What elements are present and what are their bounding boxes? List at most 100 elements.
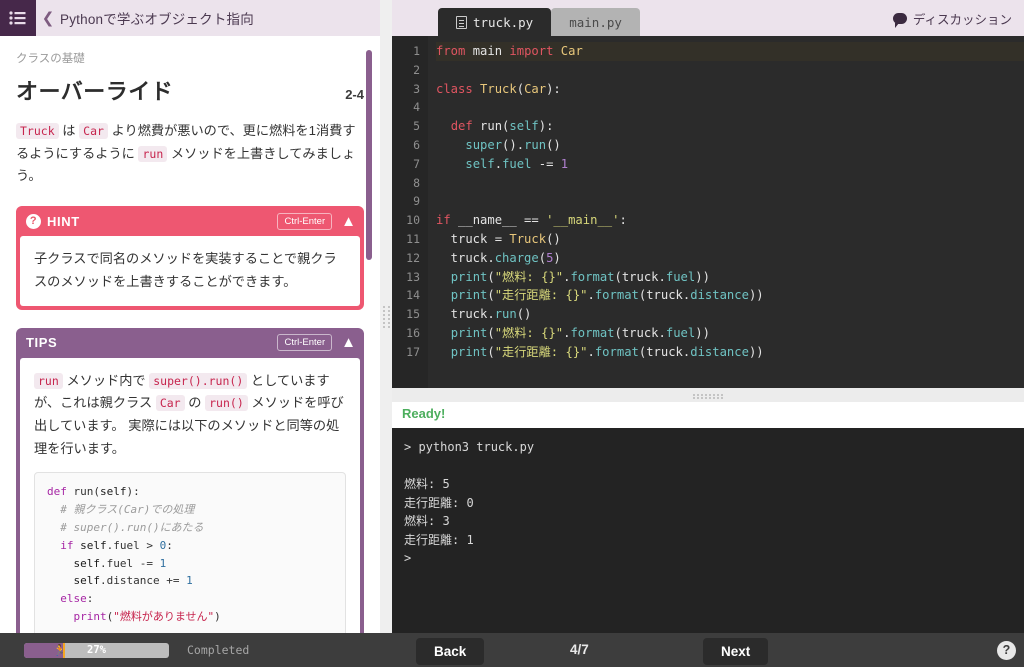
line-number: 8 [413,175,420,190]
chevron-up-icon[interactable]: ▲ [341,214,356,229]
lesson-scrollbar[interactable] [366,50,372,595]
lesson-body: クラスの基礎 オーバーライド 2-4 Truck は Car より燃費が悪いので… [0,36,380,633]
help-icon[interactable]: ? [997,641,1016,660]
horizontal-splitter[interactable] [392,388,1024,402]
hint-shortcut-badge[interactable]: Ctrl-Enter [277,212,333,230]
list-menu-icon[interactable] [0,0,36,36]
course-title: Pythonで学ぶオブジェクト指向 [60,12,254,27]
line-number: 13 [406,269,420,284]
inline-code: Car [79,123,108,139]
page-indicator: 4/7 [570,642,589,657]
code-line: def run(self): [450,119,554,134]
hint-title-group: ? HINT [26,213,80,229]
inline-code: Truck [16,123,59,139]
code-line: print("走行距離: {}".format(truck.distance)) [450,344,764,359]
code-line: self.fuel -= 1 [465,156,569,171]
lesson-category: クラスの基礎 [16,53,85,65]
editor-gutter: 1 2 3 4 5 6 7 8 9 10 11 12 13 14 15 16 17 [392,36,428,388]
code-line: print("走行距離: {}".format(truck.distance)) [450,288,764,303]
app-root: ❮ Pythonで学ぶオブジェクト指向 クラスの基礎 オーバーライド 2-4 T… [0,0,1024,667]
back-button[interactable]: Back [416,638,485,665]
lesson-scrollbar-thumb[interactable] [366,50,372,260]
tab-main-py[interactable]: main.py [551,8,640,36]
progress-bar: 🏃 27% [24,642,169,658]
code-line: truck = Truck() [436,231,561,246]
code-line: class Truck(Car): [436,81,561,96]
editor-code-area[interactable]: from main import Car class Truck(Car): d… [428,36,1024,388]
progress-percent-label: 27% [87,643,106,656]
line-number: 6 [413,137,420,152]
code-line: if __name__ == '__main__': [436,213,627,228]
code-line: from main import Car [436,42,1024,61]
inline-code: Car [155,395,185,412]
drag-handle-icon [382,305,390,328]
line-number: 10 [406,213,420,228]
completed-label: Completed [187,643,250,657]
inline-code: run() [205,395,248,412]
vertical-splitter[interactable] [380,0,392,633]
inline-code: run [34,372,63,389]
chevron-up-icon[interactable]: ▲ [341,335,356,350]
tips-title: TIPS [26,335,58,351]
line-number: 2 [413,62,420,77]
line-number: 11 [406,231,420,246]
tips-panel-header: TIPS Ctrl-Enter ▲ [16,328,364,358]
tips-title-group: TIPS [26,335,57,350]
page-title: オーバーライド [16,79,174,104]
discussion-link[interactable]: ディスカッション [892,9,1012,28]
editor-tabbar: truck.py main.py ディスカッション [392,0,1024,36]
code-line: truck.charge(5) [436,250,561,265]
hint-body: 子クラスで同名のメソッドを実装することで親クラスのメソッドを上書きすることができ… [20,236,360,306]
console-output[interactable]: > python3 truck.py 燃料: 5 走行距離: 0 燃料: 3 走… [392,428,1024,633]
line-number: 1 [413,44,420,58]
hint-panel-header: ? HINT Ctrl-Enter ▲ [16,206,364,236]
line-number: 9 [413,194,420,209]
tips-code-sample: def run(self): # 親クラス(Car)での処理 # super()… [34,472,346,633]
line-number: 4 [413,100,420,115]
hint-panel: ? HINT Ctrl-Enter ▲ 子クラスで同名のメソッドを実装することで… [16,206,364,310]
console-status: Ready! [402,406,446,421]
discussion-label: ディスカッション [912,13,1012,27]
line-number: 16 [406,325,420,340]
line-number: 14 [406,288,420,303]
code-line: super().run() [465,137,561,152]
file-icon [456,15,467,29]
line-number: 3 [413,81,420,96]
tips-text: run メソッド内で super().run() としていますが、これは親クラス… [34,372,344,456]
line-number: 12 [406,250,420,265]
next-button[interactable]: Next [703,638,769,665]
lesson-panel: ❮ Pythonで学ぶオブジェクト指向 クラスの基礎 オーバーライド 2-4 T… [0,0,380,633]
line-number: 15 [406,307,420,322]
lesson-description: Truck は Car より燃費が悪いので、更に燃料を1消費するようにするように… [16,123,356,184]
progress-group: 🏃 27% Completed [24,642,250,658]
drag-handle-icon [693,394,723,396]
tips-shortcut-badge[interactable]: Ctrl-Enter [277,334,333,352]
line-number: 5 [413,119,420,134]
code-line: truck.run() [436,307,532,322]
code-line: print("燃料: {}".format(truck.fuel)) [450,269,710,284]
question-mark-icon: ? [26,213,41,229]
code-editor[interactable]: 1 2 3 4 5 6 7 8 9 10 11 12 13 14 15 16 17 from main impo… [392,36,1024,388]
bottom-bar: 🏃 27% Completed Back 4/7 Next ? [0,633,1024,667]
line-number: 7 [413,156,420,171]
console-panel: Ready! > python3 truck.py 燃料: 5 走行距離: 0 … [392,402,1024,633]
inline-code: super().run() [149,372,248,389]
chevron-left-icon[interactable]: ❮ [36,9,60,27]
inline-code: run [138,145,168,162]
lesson-title-row: オーバーライド 2-4 [16,74,364,106]
tab-truck-py[interactable]: truck.py [438,8,552,36]
lesson-number: 2-4 [345,87,364,102]
tips-panel: TIPS Ctrl-Enter ▲ run メソッド内で super().run… [16,327,364,633]
hint-title: HINT [47,213,80,229]
code-line: print("燃料: {}".format(truck.fuel)) [450,325,710,340]
tab-label: main.py [569,14,622,30]
line-number: 17 [406,344,420,359]
lesson-header: ❮ Pythonで学ぶオブジェクト指向 [0,0,380,36]
speech-bubble-icon [892,13,907,28]
tips-body: run メソッド内で super().run() としていますが、これは親クラス… [20,357,360,633]
tab-label: truck.py [473,14,534,30]
